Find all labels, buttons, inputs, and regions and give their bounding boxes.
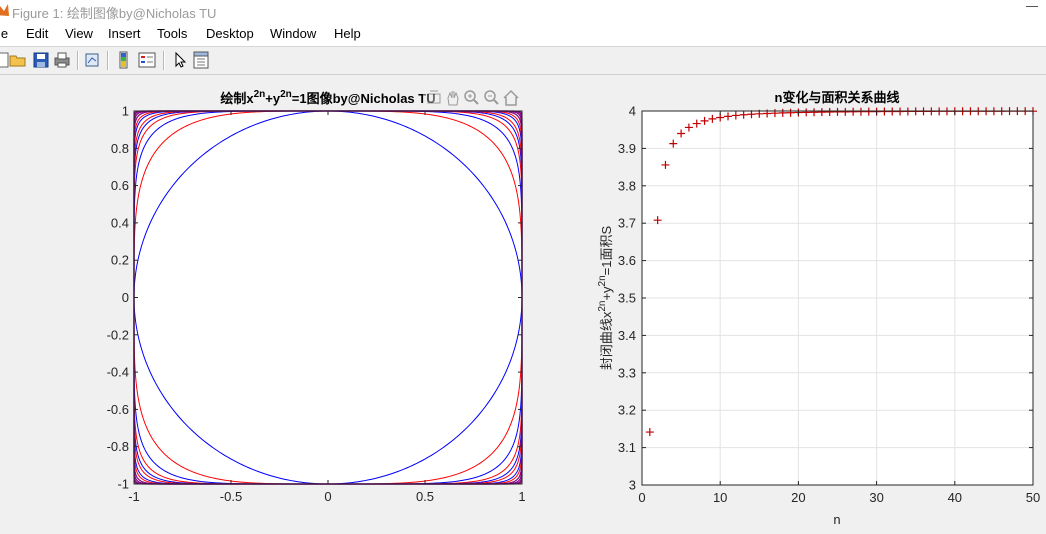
x-tick-label: 0 xyxy=(324,489,331,504)
figure-canvas: -1 -0.5 0 0.5 1 -1 -0.8 -0.6 -0.4 -0.2 0 0.2 0.4 0.6 0… xyxy=(0,75,1046,529)
menu-insert[interactable]: Insert xyxy=(108,26,141,41)
right-ylabel-prefix: 封闭曲线x xyxy=(599,311,614,370)
x-tick-label: -0.5 xyxy=(220,489,242,504)
y-tick-label: -0.6 xyxy=(107,402,129,417)
y-tick-label: 0.6 xyxy=(111,178,129,193)
y-tick-label: 3.5 xyxy=(618,291,636,306)
x-tick-label: -1 xyxy=(128,489,140,504)
link-plot-icon[interactable] xyxy=(84,51,102,69)
x-tick-label: 50 xyxy=(1026,490,1040,505)
x-tick-label: 1 xyxy=(518,489,525,504)
left-title-suffix: =1图像by@Nicholas TU xyxy=(292,91,436,106)
right-ylabel-mid: +y xyxy=(599,286,614,301)
menu-window[interactable]: Window xyxy=(270,26,316,41)
right-ylabel-suffix: =1面积S xyxy=(599,225,614,275)
menu-help[interactable]: Help xyxy=(334,26,361,41)
minimize-button[interactable] xyxy=(1026,6,1038,7)
menu-view[interactable]: View xyxy=(65,26,93,41)
y-tick-label: 3.3 xyxy=(618,365,636,380)
menu-desktop[interactable]: Desktop xyxy=(206,26,254,41)
right-axes-title: n变化与面积关系曲线 xyxy=(775,90,900,105)
y-tick-label: 3.6 xyxy=(618,253,636,268)
y-tick-label: -0.8 xyxy=(107,439,129,454)
left-title-mid: +y xyxy=(265,91,281,106)
y-tick-label: 3.9 xyxy=(618,141,636,156)
x-tick-label: 40 xyxy=(948,490,962,505)
figure-toolbar xyxy=(0,47,1046,75)
menu-file[interactable]: le xyxy=(0,26,8,41)
left-axes-title: 绘制x2n+y2n=1图像by@Nicholas TU xyxy=(220,89,435,106)
left-title-exp2: 2n xyxy=(280,89,292,100)
y-tick-label: 0.2 xyxy=(111,253,129,268)
toolbar-separator xyxy=(77,51,79,70)
x-tick-label: 10 xyxy=(713,490,727,505)
left-title-exp1: 2n xyxy=(254,89,266,100)
property-editor-icon[interactable] xyxy=(192,51,210,69)
y-tick-label: -0.4 xyxy=(107,365,129,380)
toolbar-separator xyxy=(163,51,165,70)
y-tick-label: 3.2 xyxy=(618,403,636,418)
y-tick-label: 3.1 xyxy=(618,440,636,455)
y-tick-label: 1 xyxy=(122,104,129,119)
left-plot-area xyxy=(134,111,522,484)
save-icon[interactable] xyxy=(32,51,50,69)
x-tick-label: 0.5 xyxy=(416,489,434,504)
y-tick-label: 4 xyxy=(629,104,636,119)
y-tick-label: 3.8 xyxy=(618,178,636,193)
x-tick-label: 20 xyxy=(791,490,805,505)
right-ylabel-exp2: 2n xyxy=(597,275,608,286)
y-tick-label: -0.2 xyxy=(107,327,129,342)
open-folder-icon[interactable] xyxy=(9,51,27,69)
y-tick-label: 3.7 xyxy=(618,216,636,231)
figure-svg: -1 -0.5 0 0.5 1 -1 -0.8 -0.6 -0.4 -0.2 0 0.2 0.4 0.6 0… xyxy=(107,89,1040,527)
menu-bar: le Edit View Insert Tools Desktop Window… xyxy=(0,22,1046,47)
colorbar-icon[interactable] xyxy=(115,51,133,69)
y-tick-label: -1 xyxy=(117,477,129,492)
y-tick-label: 0.8 xyxy=(111,141,129,156)
right-x-axis-label: n xyxy=(833,512,840,527)
window-title: Figure 1: 绘制图像by@Nicholas TU xyxy=(12,6,217,21)
right-axes[interactable]: 0 10 20 30 40 50 3 3.1 3.2 3.3 3.4 3.5 3.6 3.7 3.8 3.9 4… xyxy=(597,90,1040,527)
right-ylabel-exp1: 2n xyxy=(597,301,608,312)
y-tick-label: 3.4 xyxy=(618,328,636,343)
legend-icon[interactable] xyxy=(138,51,156,69)
toolbar-separator xyxy=(107,51,109,70)
x-tick-label: 30 xyxy=(869,490,883,505)
left-axes[interactable]: -1 -0.5 0 0.5 1 -1 -0.8 -0.6 -0.4 -0.2 0 0.2 0.4 0.6 0… xyxy=(107,89,526,504)
y-tick-label: 0.4 xyxy=(111,215,129,230)
matlab-icon xyxy=(0,4,9,16)
x-tick-label: 0 xyxy=(638,490,645,505)
pointer-icon[interactable] xyxy=(172,51,190,69)
menu-edit[interactable]: Edit xyxy=(26,26,48,41)
left-title-prefix: 绘制x xyxy=(220,91,254,106)
menu-tools[interactable]: Tools xyxy=(157,26,187,41)
y-tick-label: 3 xyxy=(629,478,636,493)
window-titlebar: Figure 1: 绘制图像by@Nicholas TU xyxy=(0,0,1046,23)
right-y-axis-label: 封闭曲线x2n+y2n=1面积S xyxy=(597,225,614,370)
print-icon[interactable] xyxy=(53,51,71,69)
y-tick-label: 0 xyxy=(122,290,129,305)
axes-toolbar xyxy=(423,89,525,108)
